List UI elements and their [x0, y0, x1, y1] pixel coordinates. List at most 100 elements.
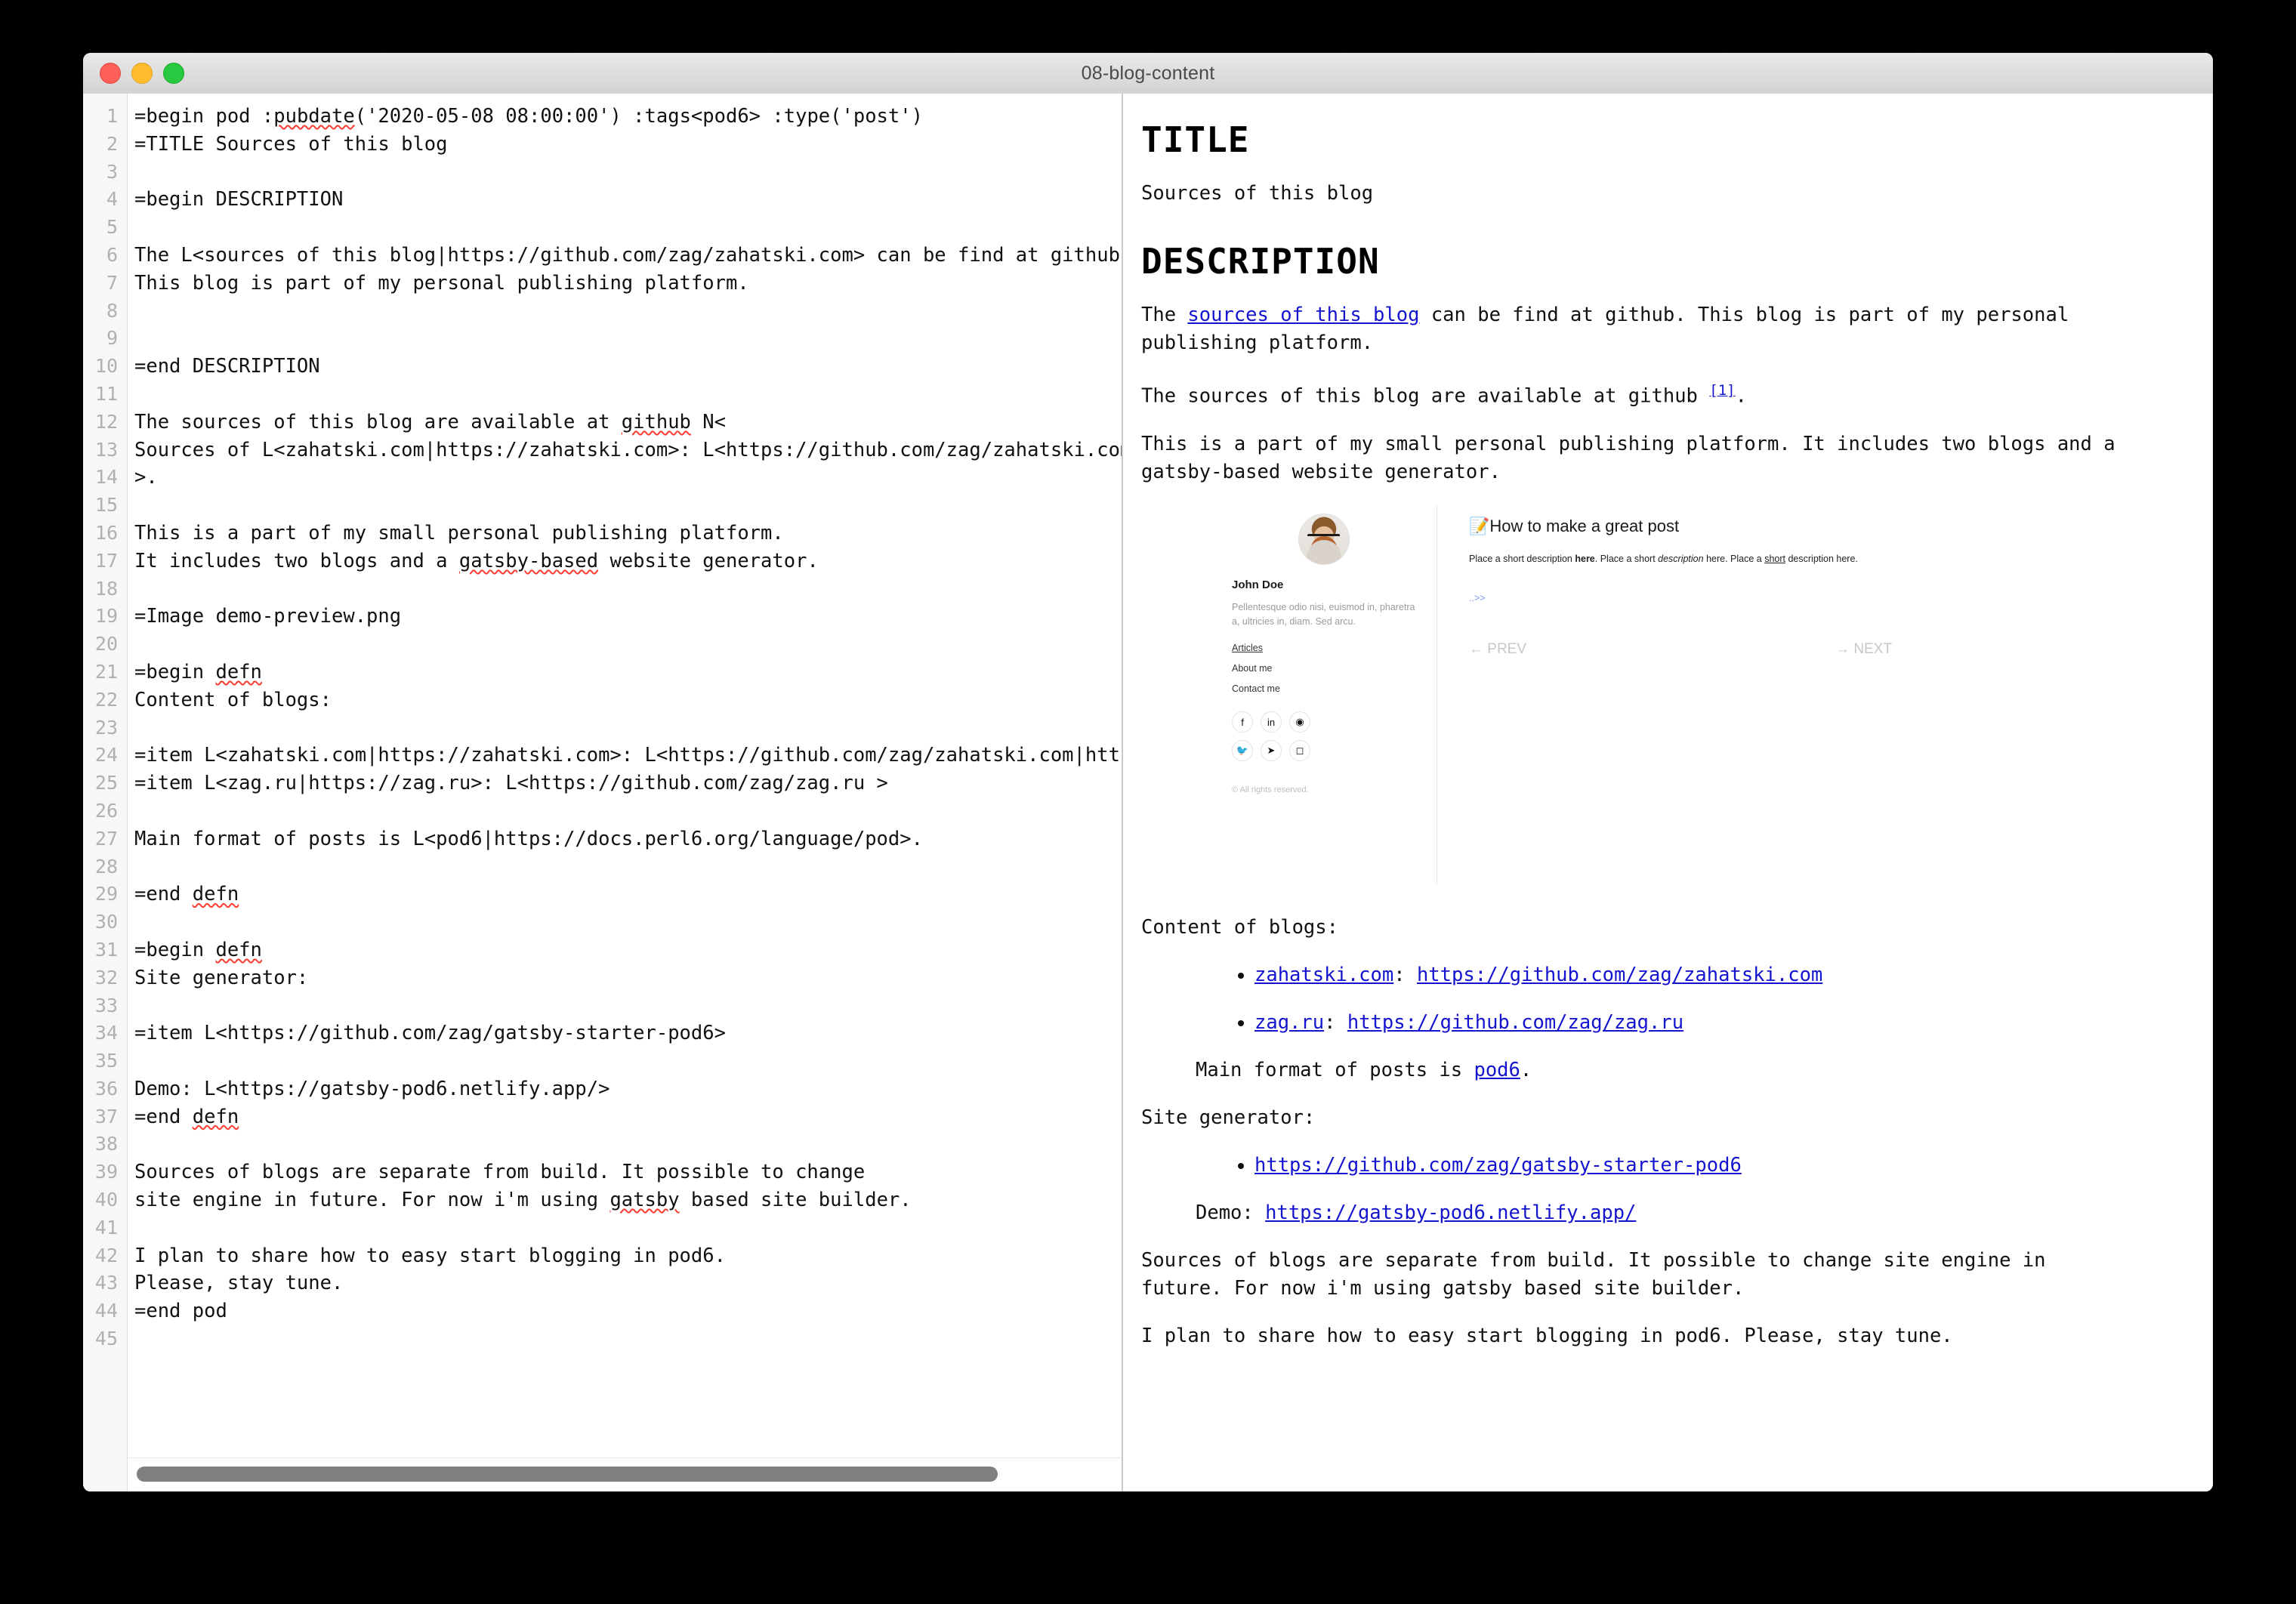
blog-repo-link[interactable]: https://github.com/zag/zag.ru	[1347, 1011, 1683, 1034]
code-text[interactable]	[127, 1214, 1122, 1242]
code-line[interactable]: 1 =begin pod :pubdate('2020-05-08 08:00:0…	[83, 103, 1122, 131]
code-line[interactable]: 30	[83, 908, 1122, 936]
code-line[interactable]: 16 This is a part of my small personal pu…	[83, 520, 1122, 548]
code-line[interactable]: 22 Content of blogs:	[83, 686, 1122, 714]
code-line[interactable]: 14 >.	[83, 464, 1122, 492]
code-line[interactable]: 43 Please, stay tune.	[83, 1269, 1122, 1297]
code-text[interactable]: =item L<zahatski.com|https://zahatski.co…	[127, 742, 1122, 770]
code-line[interactable]: 3	[83, 159, 1122, 187]
code-text[interactable]: =begin defn	[127, 659, 1122, 686]
code-line[interactable]: 25 =item L<zag.ru|https://zag.ru>: L<http…	[83, 770, 1122, 797]
demo-nav-about-me[interactable]: About me	[1232, 663, 1273, 674]
demo-nav-articles[interactable]: Articles	[1232, 643, 1263, 653]
code-text[interactable]	[127, 298, 1122, 325]
generator-repo-link[interactable]: https://github.com/zag/gatsby-starter-po…	[1254, 1154, 1742, 1177]
footnote-reference-link[interactable]: [1]	[1709, 382, 1735, 399]
code-line[interactable]: 21 =begin defn	[83, 659, 1122, 686]
code-text[interactable]: site engine in future. For now i'm using…	[127, 1186, 1122, 1214]
code-line[interactable]: 18	[83, 575, 1122, 603]
code-line[interactable]: 36 Demo: L<https://gatsby-pod6.netlify.ap…	[83, 1075, 1122, 1103]
gatsby-pod6-demo-link[interactable]: https://gatsby-pod6.netlify.app/	[1265, 1201, 1636, 1224]
code-text[interactable]: =end DESCRIPTION	[127, 353, 1122, 381]
code-line[interactable]: 39 Sources of blogs are separate from bui…	[83, 1158, 1122, 1186]
code-lines[interactable]: 1 =begin pod :pubdate('2020-05-08 08:00:0…	[83, 103, 1122, 1353]
code-text[interactable]: Content of blogs:	[127, 686, 1122, 714]
twitter-icon[interactable]: 🐦	[1232, 740, 1253, 762]
code-text[interactable]: =Image demo-preview.png	[127, 603, 1122, 631]
code-line[interactable]: 13 Sources of L<zahatski.com|https://zaha…	[83, 436, 1122, 464]
blog-name-link[interactable]: zag.ru	[1254, 1011, 1324, 1034]
code-line[interactable]: 15	[83, 492, 1122, 520]
code-text[interactable]: >.	[127, 464, 1122, 492]
code-line[interactable]: 34 =item L<https://github.com/zag/gatsby-…	[83, 1019, 1122, 1047]
code-line[interactable]: 29 =end defn	[83, 881, 1122, 908]
code-text[interactable]	[127, 908, 1122, 936]
window-titlebar[interactable]: 08-blog-content	[83, 53, 2213, 94]
demo-prev-button[interactable]: ← PREV	[1469, 641, 1526, 658]
code-scroll-viewport[interactable]: 1 =begin pod :pubdate('2020-05-08 08:00:0…	[83, 94, 1122, 1458]
code-text[interactable]	[127, 797, 1122, 825]
sources-of-this-blog-link[interactable]: sources of this blog	[1187, 304, 1419, 326]
code-line[interactable]: 2 =TITLE Sources of this blog	[83, 131, 1122, 159]
code-text[interactable]: Demo: L<https://gatsby-pod6.netlify.app/…	[127, 1075, 1122, 1103]
code-text[interactable]: This blog is part of my personal publish…	[127, 270, 1122, 298]
code-line[interactable]: 24 =item L<zahatski.com|https://zahatski.…	[83, 742, 1122, 770]
code-line[interactable]: 8	[83, 298, 1122, 325]
code-line[interactable]: 32 Site generator:	[83, 964, 1122, 992]
code-text[interactable]: It includes two blogs and a gatsby-based…	[127, 548, 1122, 575]
facebook-icon[interactable]: f	[1232, 711, 1253, 733]
code-text[interactable]	[127, 1325, 1122, 1353]
code-text[interactable]: =end defn	[127, 881, 1122, 908]
code-line[interactable]: 26	[83, 797, 1122, 825]
blog-repo-link[interactable]: https://github.com/zag/zahatski.com	[1417, 964, 1822, 986]
code-line[interactable]: 20	[83, 631, 1122, 659]
code-line[interactable]: 17 It includes two blogs and a gatsby-bas…	[83, 548, 1122, 575]
code-line[interactable]: 33	[83, 992, 1122, 1020]
code-text[interactable]	[127, 325, 1122, 353]
code-text[interactable]: Sources of blogs are separate from build…	[127, 1158, 1122, 1186]
code-line[interactable]: 23	[83, 714, 1122, 742]
source-editor-pane[interactable]: 1 =begin pod :pubdate('2020-05-08 08:00:0…	[83, 94, 1122, 1491]
code-text[interactable]: Main format of posts is L<pod6|https://d…	[127, 825, 1122, 853]
code-text[interactable]	[127, 631, 1122, 659]
code-text[interactable]	[127, 992, 1122, 1020]
code-line[interactable]: 44 =end pod	[83, 1297, 1122, 1325]
code-line[interactable]: 35	[83, 1047, 1122, 1075]
code-text[interactable]: Sources of L<zahatski.com|https://zahats…	[127, 436, 1122, 464]
code-text[interactable]: =end pod	[127, 1297, 1122, 1325]
code-text[interactable]: Please, stay tune.	[127, 1269, 1122, 1297]
code-text[interactable]	[127, 714, 1122, 742]
code-line[interactable]: 11	[83, 381, 1122, 409]
demo-read-more-link[interactable]: ..>>	[1469, 593, 2079, 603]
code-line[interactable]: 6 The L<sources of this blog|https://gith…	[83, 242, 1122, 270]
pod6-link[interactable]: pod6	[1474, 1059, 1520, 1081]
code-line[interactable]: 19 =Image demo-preview.png	[83, 603, 1122, 631]
linkedin-icon[interactable]: in	[1261, 711, 1282, 733]
code-text[interactable]: =item L<zag.ru|https://zag.ru>: L<https:…	[127, 770, 1122, 797]
code-text[interactable]	[127, 159, 1122, 187]
code-text[interactable]: The sources of this blog are available a…	[127, 409, 1122, 436]
code-line[interactable]: 28	[83, 853, 1122, 881]
code-line[interactable]: 41	[83, 1214, 1122, 1242]
demo-next-button[interactable]: → NEXT	[1835, 641, 1892, 658]
code-line[interactable]: 27 Main format of posts is L<pod6|https:/…	[83, 825, 1122, 853]
code-line[interactable]: 31 =begin defn	[83, 936, 1122, 964]
code-text[interactable]: The L<sources of this blog|https://githu…	[127, 242, 1122, 270]
code-text[interactable]: =TITLE Sources of this blog	[127, 131, 1122, 159]
code-text[interactable]	[127, 214, 1122, 242]
telegram-icon[interactable]: ➤	[1261, 740, 1282, 762]
blog-name-link[interactable]: zahatski.com	[1254, 964, 1393, 986]
code-line[interactable]: 42 I plan to share how to easy start blog…	[83, 1242, 1122, 1270]
code-line[interactable]: 4 =begin DESCRIPTION	[83, 186, 1122, 214]
code-text[interactable]: Site generator:	[127, 964, 1122, 992]
code-line[interactable]: 10 =end DESCRIPTION	[83, 353, 1122, 381]
code-text[interactable]	[127, 492, 1122, 520]
code-line[interactable]: 7 This blog is part of my personal publis…	[83, 270, 1122, 298]
code-line[interactable]: 12 The sources of this blog are available…	[83, 409, 1122, 436]
code-line[interactable]: 45	[83, 1325, 1122, 1353]
code-text[interactable]: =begin DESCRIPTION	[127, 186, 1122, 214]
demo-nav-contact-me[interactable]: Contact me	[1232, 683, 1280, 694]
scrollbar-thumb[interactable]	[137, 1467, 998, 1482]
code-text[interactable]: I plan to share how to easy start bloggi…	[127, 1242, 1122, 1270]
code-text[interactable]: This is a part of my small personal publ…	[127, 520, 1122, 548]
